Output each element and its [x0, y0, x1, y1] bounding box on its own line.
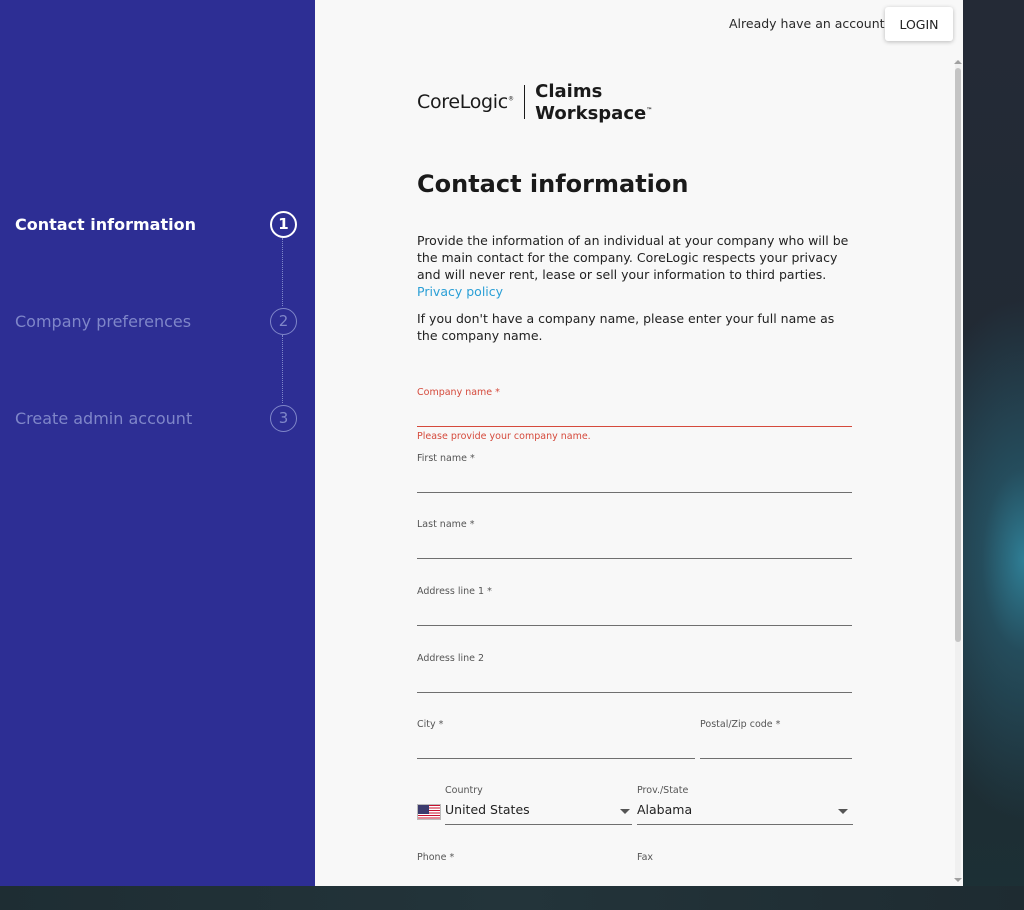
address-line-2-label: Address line 2 — [417, 653, 485, 664]
postal-code-underline — [700, 758, 852, 759]
state-value: Alabama — [637, 802, 693, 817]
country-label: Country — [445, 785, 483, 796]
first-name-underline — [417, 492, 852, 493]
step-connector-2-3 — [282, 335, 283, 403]
phone-field[interactable]: Phone * — [417, 852, 622, 886]
scroll-up-icon[interactable] — [954, 60, 962, 64]
state-select[interactable]: Prov./State Alabama — [637, 785, 853, 825]
address-line-1-field[interactable]: Address line 1 * — [417, 586, 852, 626]
state-underline — [637, 824, 853, 825]
logo-product: Claims Workspace™ — [535, 80, 653, 124]
step-company-preferences[interactable]: Company preferences 2 — [15, 306, 297, 336]
step-create-admin-account[interactable]: Create admin account 3 — [15, 403, 297, 433]
app-window: Contact information 1 Company preference… — [0, 0, 963, 886]
phone-label: Phone * — [417, 852, 455, 863]
postal-code-field[interactable]: Postal/Zip code * — [700, 719, 852, 759]
country-select[interactable]: Country United States — [445, 785, 632, 825]
chevron-down-icon[interactable] — [620, 809, 630, 814]
logo-divider — [523, 85, 526, 119]
page-title: Contact information — [417, 170, 689, 198]
step-number-badge: 2 — [270, 307, 297, 335]
country-value: United States — [445, 802, 530, 817]
claims-workspace-logo: CoreLogic® Claims Workspace™ — [417, 80, 653, 124]
step-number-badge: 1 — [270, 210, 297, 238]
city-underline — [417, 758, 695, 759]
step-connector-1-2 — [282, 238, 283, 306]
city-field[interactable]: City * — [417, 719, 695, 759]
scrollbar[interactable] — [953, 60, 963, 886]
scroll-down-icon[interactable] — [954, 878, 962, 882]
postal-code-label: Postal/Zip code * — [700, 719, 781, 730]
company-name-label: Company name * — [417, 387, 500, 398]
intro-text: Provide the information of an individual… — [417, 233, 849, 299]
step-number-badge: 3 — [270, 404, 297, 432]
address-line-1-underline — [417, 625, 852, 626]
main-panel: Already have an account? LOGIN CoreLogic… — [315, 0, 963, 886]
step-label: Contact information — [15, 214, 196, 234]
address-line-2-field[interactable]: Address line 2 — [417, 653, 852, 693]
progress-sidebar: Contact information 1 Company preference… — [0, 0, 315, 886]
company-name-underline — [417, 425, 852, 427]
city-label: City * — [417, 719, 444, 730]
address-line-2-underline — [417, 692, 852, 693]
first-name-label: First name * — [417, 453, 475, 464]
step-label: Company preferences — [15, 311, 192, 331]
logo-brand: CoreLogic® — [417, 91, 514, 113]
first-name-field[interactable]: First name * — [417, 453, 852, 493]
us-flag-icon — [417, 804, 441, 820]
address-line-1-label: Address line 1 * — [417, 586, 492, 597]
taskbar-strip — [0, 886, 1024, 910]
company-name-field[interactable]: Company name * — [417, 387, 852, 427]
company-name-error: Please provide your company name. — [417, 431, 591, 442]
last-name-underline — [417, 558, 852, 559]
step-contact-information[interactable]: Contact information 1 — [15, 209, 297, 239]
country-underline — [445, 824, 632, 825]
scrollbar-thumb[interactable] — [955, 68, 961, 642]
fax-label: Fax — [637, 852, 654, 863]
login-button[interactable]: LOGIN — [885, 7, 953, 41]
company-name-note: If you don't have a company name, please… — [417, 311, 835, 343]
chevron-down-icon[interactable] — [838, 809, 848, 814]
state-label: Prov./State — [637, 785, 689, 796]
flag-canton — [418, 805, 429, 814]
privacy-policy-link[interactable]: Privacy policy — [417, 284, 503, 299]
account-prompt: Already have an account? — [729, 16, 892, 31]
last-name-label: Last name * — [417, 519, 475, 530]
step-label: Create admin account — [15, 408, 193, 428]
last-name-field[interactable]: Last name * — [417, 519, 852, 559]
fax-field[interactable]: Fax — [637, 852, 853, 886]
